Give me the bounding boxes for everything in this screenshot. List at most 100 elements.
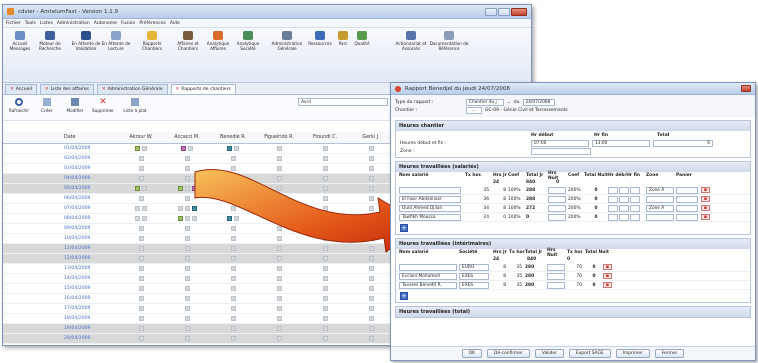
month-input[interactable]: Avril (298, 98, 388, 106)
grid-cell[interactable] (164, 286, 210, 291)
grid-cell[interactable] (256, 306, 302, 311)
tab-administration[interactable]: ✕ Administration Générale (96, 84, 168, 94)
row-date[interactable]: 08/04/2009 (3, 216, 118, 221)
grid-cell[interactable] (118, 266, 164, 271)
grid-cell[interactable] (302, 266, 348, 271)
grid-cell[interactable] (118, 336, 164, 341)
row-date[interactable]: 15/04/2009 (3, 286, 118, 291)
ribbon-affaires-button[interactable]: Affaires et Chantiers (173, 31, 203, 79)
grid-cell[interactable] (210, 266, 256, 271)
ribbon-attente-validation-button[interactable]: En Attente de Validation (71, 31, 101, 79)
panier-select[interactable] (676, 186, 698, 194)
grid-cell[interactable] (256, 326, 302, 331)
deconfirm-button[interactable]: Dé-confirmer (487, 349, 530, 358)
grid-cell[interactable] (118, 296, 164, 301)
remove-row-button[interactable]: ▪ (701, 187, 710, 193)
grid-cell[interactable] (118, 326, 164, 331)
grid-cell[interactable] (164, 336, 210, 341)
panier-select[interactable] (676, 213, 698, 221)
grid-cell[interactable] (118, 166, 164, 171)
close-icon[interactable]: ✕ (102, 87, 106, 92)
grid-cell[interactable] (118, 176, 164, 181)
row-date[interactable]: 18/04/2009 (3, 316, 118, 321)
grid-cell[interactable] (118, 256, 164, 261)
grid-cell[interactable] (118, 206, 164, 211)
menu-autonome[interactable]: Autonome (94, 21, 117, 26)
menu-preferences[interactable]: Préférences (139, 21, 165, 26)
export-sage-button[interactable]: Export SAGE (568, 349, 611, 358)
grid-cell[interactable] (348, 316, 394, 321)
close-icon[interactable]: ✕ (10, 87, 14, 92)
salarie-select[interactable]: Tawfikh Moussa (399, 213, 461, 221)
zone-select[interactable] (646, 195, 674, 203)
zone-select[interactable] (646, 213, 674, 221)
row-date[interactable]: 02/04/2009 (3, 156, 118, 161)
hrs-nuit-input[interactable] (548, 213, 566, 221)
grid-cell[interactable] (210, 296, 256, 301)
grid-cell[interactable] (210, 306, 256, 311)
grid-cell[interactable] (164, 326, 210, 331)
grid-cell[interactable] (302, 306, 348, 311)
row-date[interactable]: 17/04/2009 (3, 306, 118, 311)
ribbon-administration-button[interactable]: Administration Générale (269, 31, 305, 79)
close-button[interactable] (511, 7, 527, 16)
add-interimaire-button[interactable]: + (400, 292, 408, 300)
remove-row-button[interactable]: ▪ (701, 205, 710, 211)
ribbon-ressources-button[interactable]: Ressources (305, 31, 335, 79)
grid-cell[interactable] (210, 316, 256, 321)
grid-cell[interactable] (118, 276, 164, 281)
grid-cell[interactable] (256, 336, 302, 341)
grid-cell[interactable] (118, 316, 164, 321)
grid-cell[interactable] (164, 276, 210, 281)
panier-select[interactable] (676, 195, 698, 203)
remove-row-button[interactable]: ▪ (701, 214, 710, 220)
grid-cell[interactable] (256, 276, 302, 281)
create-button[interactable]: Créer (34, 98, 60, 117)
row-date[interactable]: 11/04/2009 (3, 246, 118, 251)
delete-button[interactable]: ✕ Supprimer (90, 98, 116, 117)
validate-button[interactable]: Valider (534, 349, 564, 358)
row-date[interactable]: 06/04/2009 (3, 196, 118, 201)
hr-fin-input[interactable] (619, 204, 629, 212)
grid-cell[interactable] (210, 336, 256, 341)
salarie-select[interactable]: Ould Ahmed Djilali (399, 204, 461, 212)
row-date[interactable]: 03/04/2009 (3, 166, 118, 171)
grid-cell[interactable] (302, 326, 348, 331)
hrs-nuit-input[interactable] (547, 263, 565, 271)
interimaire-select[interactable] (399, 263, 457, 271)
grid-cell[interactable] (118, 286, 164, 291)
hr-debut-input[interactable] (608, 204, 618, 212)
menu-aide[interactable]: Aide (170, 21, 180, 26)
grid-cell[interactable] (164, 316, 210, 321)
hr-extra-input[interactable] (630, 213, 640, 221)
menu-tools[interactable]: Tools (25, 21, 36, 26)
hr-fin-input[interactable] (619, 195, 629, 203)
hr-extra-input[interactable] (630, 186, 640, 194)
societe-select[interactable]: EXES (459, 281, 489, 289)
interimaire-select[interactable]: Ecclani Mohamed (399, 272, 457, 280)
row-date[interactable]: 09/04/2009 (3, 226, 118, 231)
ribbon-recherche-button[interactable]: Moteur de Recherche (35, 31, 65, 79)
row-date[interactable]: 16/04/2009 (3, 296, 118, 301)
grid-cell[interactable] (302, 316, 348, 321)
row-date[interactable]: 19/04/2009 (3, 326, 118, 331)
zone-select[interactable]: Zone A (646, 204, 674, 212)
close-dialog-button[interactable]: Fermer (654, 349, 685, 358)
remove-row-button[interactable]: ▪ (603, 282, 612, 288)
edit-button[interactable]: Modifier (62, 98, 88, 117)
hr-debut-input[interactable] (608, 195, 618, 203)
grid-cell[interactable] (348, 306, 394, 311)
ribbon-parc-button[interactable]: Parc (335, 31, 351, 79)
grid-cell[interactable] (118, 306, 164, 311)
type-select[interactable]: Chantier du j (466, 98, 504, 106)
chantier-picker-button[interactable]: ... (466, 106, 482, 114)
header-date[interactable]: Date (3, 135, 118, 140)
fin-input[interactable]: 13:00 (592, 139, 650, 147)
grid-cell[interactable] (210, 326, 256, 331)
tab-liste-affaires[interactable]: ✕ Liste des affaires (39, 84, 94, 94)
remove-row-button[interactable]: ▪ (701, 196, 710, 202)
grid-cell[interactable] (118, 236, 164, 241)
refresh-button[interactable]: Rafraichir (6, 98, 32, 117)
grid-cell[interactable] (348, 286, 394, 291)
grid-cell[interactable] (118, 146, 164, 151)
